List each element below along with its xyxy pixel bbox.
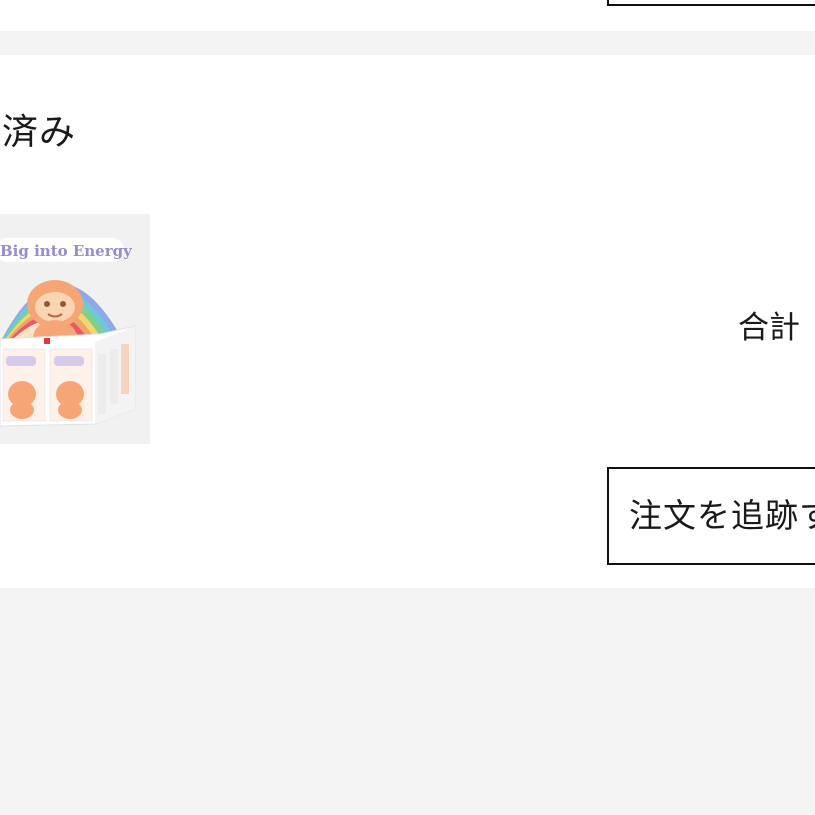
product-box-image: Big into Energy <box>0 214 150 444</box>
order-total-label: 合計 <box>738 310 800 346</box>
product-thumbnail[interactable]: Big into Energy <box>0 214 150 444</box>
product-title-art: Big into Energy <box>0 238 133 262</box>
order-status-label: 済み <box>2 112 77 153</box>
track-order-button-label: 注文を追跡す <box>629 496 815 535</box>
product-title-text: Big into Energy <box>0 242 133 260</box>
previous-order-button[interactable] <box>607 0 815 6</box>
display-box <box>0 325 136 427</box>
track-order-button[interactable]: 注文を追跡す <box>607 467 815 565</box>
previous-order-card <box>0 0 815 31</box>
